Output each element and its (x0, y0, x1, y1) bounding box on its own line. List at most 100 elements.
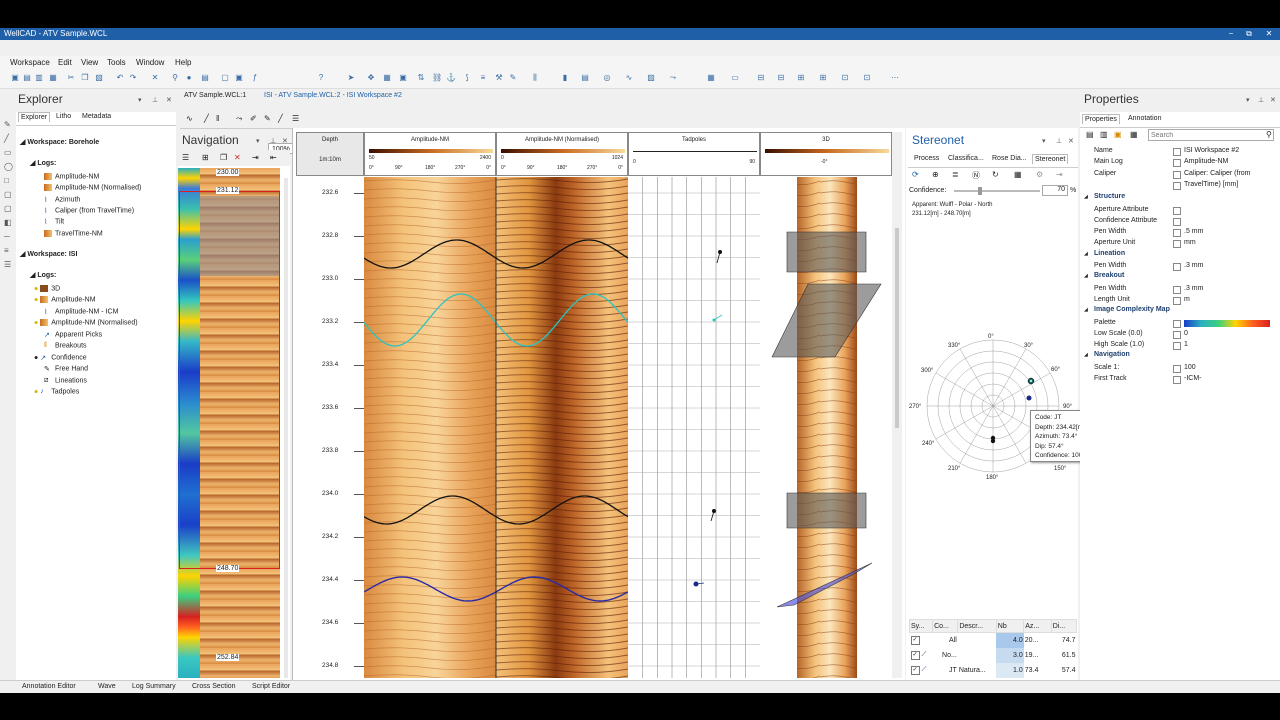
palette-swatch[interactable] (1184, 319, 1270, 327)
tree-item-lineations[interactable]: ⧄ Lineations (44, 377, 87, 384)
col-description[interactable]: Descr... (957, 619, 997, 633)
menu-window[interactable]: Window (136, 58, 164, 67)
height-icon[interactable]: ⊡ (862, 73, 872, 83)
tab-wave[interactable]: Wave (98, 683, 116, 690)
format-icon[interactable]: ▭ (730, 73, 740, 83)
property-row[interactable]: High Scale (1.0) 1 (1080, 340, 1280, 351)
panel-close-icon[interactable]: ✕ (282, 137, 288, 145)
property-category[interactable]: Structure (1094, 193, 1125, 200)
print-icon[interactable]: ▦ (48, 73, 58, 83)
tree-workspace-borehole[interactable]: ◢ Workspace: Borehole (20, 138, 99, 146)
select-icon[interactable]: ▣ (398, 73, 408, 83)
tree-item-tilt[interactable]: ⌇ Tilt (44, 218, 64, 226)
north-icon[interactable]: Ⓝ (972, 170, 980, 181)
tab-rose-diagram[interactable]: Rose Dia... (990, 154, 1029, 163)
property-value[interactable]: Caliper: Caliper (from (1184, 170, 1251, 177)
menu-tool-icon[interactable]: ☰ (292, 114, 299, 123)
line-icon[interactable]: ╱ (4, 132, 13, 146)
record-icon[interactable]: ● (184, 73, 194, 83)
line-tool-icon[interactable]: ╱ (278, 114, 283, 123)
collapse-icon[interactable]: ◢ (1084, 194, 1088, 200)
row-checkbox[interactable]: ✓ ⟋ (910, 663, 933, 678)
property-row[interactable]: Caliper Caliper: Caliper (from (1080, 169, 1280, 180)
amplitude-normalised-header[interactable]: Amplitude-NM (Normalised) 0 1024 0° 90° … (496, 132, 628, 176)
property-pages-icon[interactable]: ▣ (1114, 130, 1122, 139)
document-scrollbar[interactable] (892, 132, 902, 678)
tab-isi-workspace[interactable]: ISI - ATV Sample.WCL:2 - ISI Workspace #… (264, 92, 402, 99)
list-icon[interactable]: ☰ (182, 153, 189, 162)
property-value[interactable]: m (1184, 296, 1190, 303)
dropdown-icon[interactable]: ▾ (1042, 137, 1046, 145)
confidence-slider[interactable] (954, 187, 1040, 195)
distribute-icon[interactable]: ⊞ (796, 73, 806, 83)
tab-log-summary[interactable]: Log Summary (132, 683, 176, 690)
rect-icon[interactable]: ▭ (4, 146, 13, 160)
tab-stereonet[interactable]: Stereonet (1032, 154, 1069, 164)
panel-close-icon[interactable]: ✕ (166, 96, 172, 104)
menu-view[interactable]: View (81, 58, 98, 67)
slash-tool-icon[interactable]: ╱ (204, 114, 209, 123)
amplitude-header[interactable]: Amplitude-NM 50 2400 0° 90° 180° 270° 0° (364, 132, 496, 176)
tadpoles-overlay[interactable] (628, 177, 760, 678)
pin-icon[interactable]: ⊥ (270, 137, 276, 145)
export-icon[interactable]: ⇥ (1056, 170, 1063, 179)
events-icon[interactable]: ▦ (1130, 130, 1138, 139)
property-category[interactable]: Breakout (1094, 272, 1124, 279)
tree-item-breakouts[interactable]: ‖ Breakouts (44, 342, 87, 349)
pointer-icon[interactable]: ➤ (346, 73, 356, 83)
dropdown-icon[interactable]: ▾ (256, 137, 260, 145)
curve-tool-icon[interactable]: ⤳ (236, 114, 242, 124)
divider-icon[interactable]: ─ (4, 230, 13, 244)
eraser-icon[interactable]: ◧ (4, 216, 13, 230)
table-row[interactable]: ✓ ⟋ No... 3.0 19... 61.5 (910, 647, 1077, 663)
round-rect-icon[interactable]: ▢ (4, 202, 13, 216)
align-right-icon[interactable]: ⊟ (776, 73, 786, 83)
property-value[interactable]: .3 mm (1184, 285, 1203, 292)
tab-cross-section[interactable]: Cross Section (192, 683, 236, 690)
categorized-icon[interactable]: ▤ (1086, 130, 1094, 139)
tab-annotation[interactable]: Annotation (1126, 114, 1163, 123)
table-row[interactable]: ✓ All 4.0 20... 74.7 (910, 632, 1077, 648)
sinusoid-overlay[interactable] (364, 177, 628, 678)
new-icon[interactable]: ▣ (10, 73, 20, 83)
layout-icon[interactable]: ▣ (234, 73, 244, 83)
property-value[interactable]: 0 (1184, 330, 1188, 337)
more-icon[interactable]: ⋯ (890, 73, 900, 83)
property-row[interactable]: Aperture Attribute (1080, 205, 1280, 216)
3d-header[interactable]: 3D -0° (760, 132, 892, 176)
property-value[interactable]: -ICM- (1184, 375, 1202, 382)
col-nb[interactable]: Nb (995, 619, 1025, 633)
close-button[interactable]: ✕ (1260, 28, 1278, 40)
function-icon[interactable]: ƒ (250, 73, 260, 83)
tree-item-free-hand[interactable]: ✎ Free Hand (44, 365, 88, 373)
grid-icon[interactable]: ▦ (1014, 170, 1022, 179)
menu-tools[interactable]: Tools (107, 58, 126, 67)
property-category[interactable]: Image Complexity Map (1094, 306, 1170, 313)
sine-tool-icon[interactable]: ∿ (186, 114, 193, 123)
panel-close-icon[interactable]: ✕ (1068, 137, 1074, 145)
property-row[interactable]: Scale 1: 100 (1080, 363, 1280, 374)
tree-logs-borehole[interactable]: ◢ Logs: (30, 159, 56, 167)
property-row[interactable]: Low Scale (0.0) 0 (1080, 329, 1280, 340)
dropdown-icon[interactable]: ▾ (1246, 96, 1250, 104)
tab-atv-sample-1[interactable]: ATV Sample.WCL:1 (184, 92, 246, 99)
col-azimuth[interactable]: Az... (1023, 619, 1052, 633)
row-checkbox[interactable]: ✓ ⟋ (910, 648, 933, 663)
box-icon[interactable]: ▢ (4, 188, 13, 202)
tab-annotation-editor[interactable]: Annotation Editor (22, 683, 76, 690)
panel-close-icon[interactable]: ✕ (1270, 96, 1276, 104)
property-value[interactable]: .3 mm (1184, 262, 1203, 269)
tree-item-amplitude-icm[interactable]: ⌇ Amplitude-NM - ICM (44, 308, 118, 316)
brush-tool-icon[interactable]: ✐ (250, 114, 257, 123)
column-icon[interactable]: ⫼ (530, 73, 540, 83)
pin-icon[interactable]: ⊥ (1258, 96, 1264, 104)
collapse-icon[interactable]: ◢ (1084, 273, 1088, 279)
export-icon[interactable]: ⇤ (270, 153, 277, 162)
grid-icon[interactable]: ▦ (382, 73, 392, 83)
tree-item-tadpoles[interactable]: ● ♪ Tadpoles (34, 388, 79, 395)
collapse-icon[interactable]: ◢ (1084, 251, 1088, 257)
chart-icon[interactable]: ⟆ (462, 73, 472, 83)
tree-item-azimuth[interactable]: ⌇ Azimuth (44, 196, 80, 204)
property-row[interactable]: Pen Width .3 mm (1080, 284, 1280, 295)
property-row[interactable]: Main Log Amplitude-NM (1080, 157, 1280, 168)
